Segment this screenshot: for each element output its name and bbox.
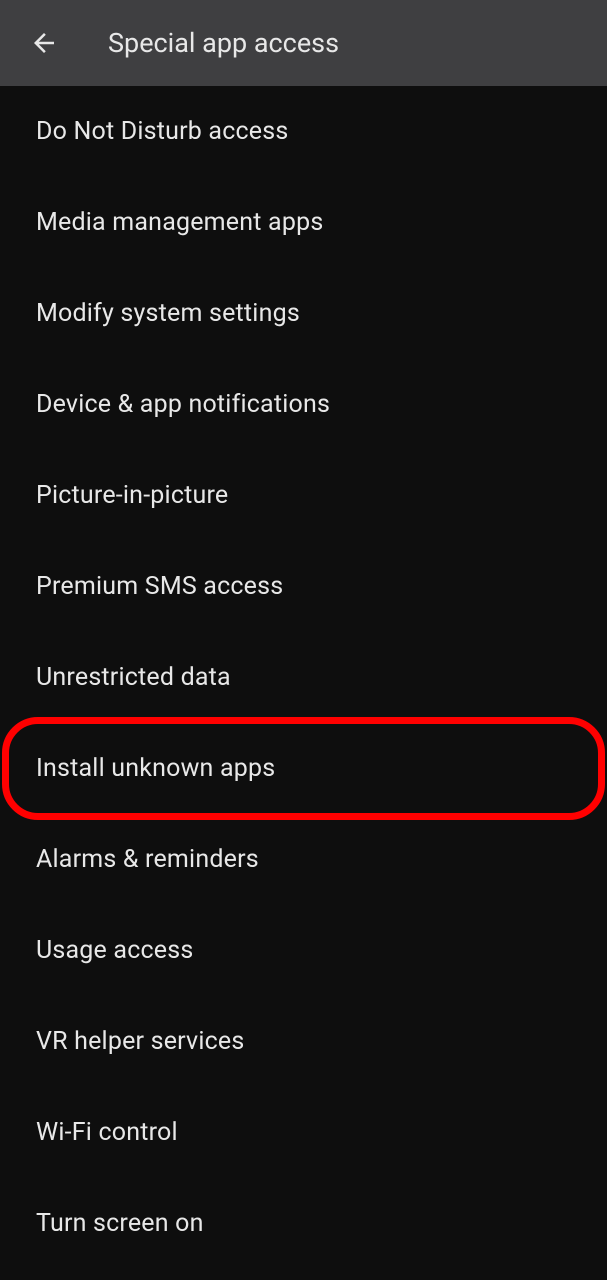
list-item-picture-in-picture[interactable]: Picture-in-picture bbox=[0, 450, 607, 541]
list-item-label: Unrestricted data bbox=[36, 663, 231, 692]
page-title: Special app access bbox=[108, 27, 339, 59]
list-item-label: Usage access bbox=[36, 936, 193, 965]
app-bar: Special app access bbox=[0, 0, 607, 86]
list-item-alarms-reminders[interactable]: Alarms & reminders bbox=[0, 814, 607, 905]
list-item-dnd-access[interactable]: Do Not Disturb access bbox=[0, 86, 607, 177]
list-item-label: Premium SMS access bbox=[36, 572, 283, 601]
list-item-usage-access[interactable]: Usage access bbox=[0, 905, 607, 996]
list-item-modify-system-settings[interactable]: Modify system settings bbox=[0, 268, 607, 359]
list-item-vr-helper[interactable]: VR helper services bbox=[0, 996, 607, 1087]
list-item-label: Install unknown apps bbox=[36, 754, 275, 783]
list-item-media-management[interactable]: Media management apps bbox=[0, 177, 607, 268]
list-item-device-notifications[interactable]: Device & app notifications bbox=[0, 359, 607, 450]
list-item-label: Media management apps bbox=[36, 208, 323, 237]
list-item-label: Do Not Disturb access bbox=[36, 117, 288, 146]
list-item-premium-sms[interactable]: Premium SMS access bbox=[0, 541, 607, 632]
list-item-label: Device & app notifications bbox=[36, 390, 330, 419]
list-item-label: VR helper services bbox=[36, 1027, 244, 1056]
list-item-label: Modify system settings bbox=[36, 299, 300, 328]
list-item-wifi-control[interactable]: Wi-Fi control bbox=[0, 1087, 607, 1178]
back-button[interactable] bbox=[22, 21, 66, 65]
list-item-label: Turn screen on bbox=[36, 1209, 204, 1238]
list-item-install-unknown-apps[interactable]: Install unknown apps bbox=[0, 723, 607, 814]
list-item-label: Picture-in-picture bbox=[36, 481, 228, 510]
arrow-back-icon bbox=[29, 28, 59, 58]
list-item-label: Wi-Fi control bbox=[36, 1118, 178, 1147]
list-item-label: Alarms & reminders bbox=[36, 845, 259, 874]
settings-list: Do Not Disturb access Media management a… bbox=[0, 86, 607, 1269]
list-item-unrestricted-data[interactable]: Unrestricted data bbox=[0, 632, 607, 723]
list-item-turn-screen-on[interactable]: Turn screen on bbox=[0, 1178, 607, 1269]
